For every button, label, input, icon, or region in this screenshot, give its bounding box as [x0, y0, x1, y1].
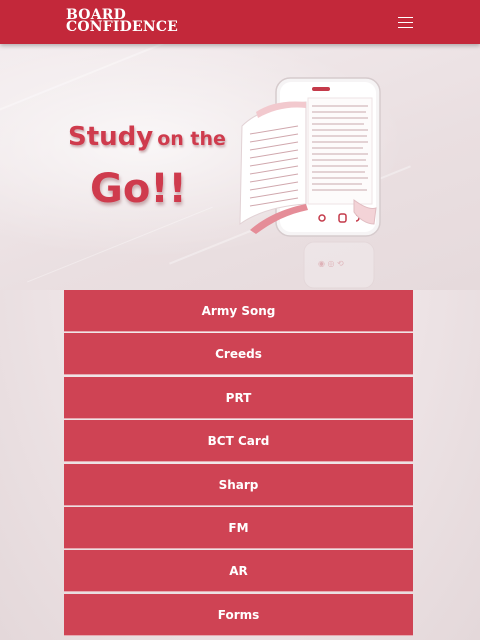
headline-study: Study: [68, 122, 154, 152]
hero-banner: Study on the Go!! ◉ ◎ ⟲: [0, 44, 480, 290]
headline-on-the: on the: [157, 128, 226, 150]
study-menu: Army Song Creeds PRT BCT Card Sharp FM A…: [64, 290, 413, 637]
logo-line-confidence: CONFIDENCE: [66, 19, 179, 35]
board-confidence-logo[interactable]: BOARD CONFIDENCE: [66, 8, 179, 35]
menu-item-ar[interactable]: AR: [64, 550, 413, 593]
phone-book-illustration: ◉ ◎ ⟲: [239, 77, 381, 289]
top-nav-bar: BOARD CONFIDENCE: [0, 0, 480, 44]
menu-item-creeds[interactable]: Creeds: [64, 333, 413, 376]
menu-item-bct-card[interactable]: BCT Card: [64, 420, 413, 463]
headline-go: Go!!: [90, 166, 187, 212]
menu-item-sharp[interactable]: Sharp: [64, 463, 413, 506]
menu-item-forms[interactable]: Forms: [64, 593, 413, 636]
menu-item-prt[interactable]: PRT: [64, 376, 413, 419]
menu-item-fm[interactable]: FM: [64, 506, 413, 549]
headline-study-on-the: Study on the: [68, 122, 226, 152]
hamburger-icon[interactable]: [398, 16, 413, 29]
svg-text:◉ ◎ ⟲: ◉ ◎ ⟲: [318, 259, 344, 268]
menu-item-army-song[interactable]: Army Song: [64, 290, 413, 332]
